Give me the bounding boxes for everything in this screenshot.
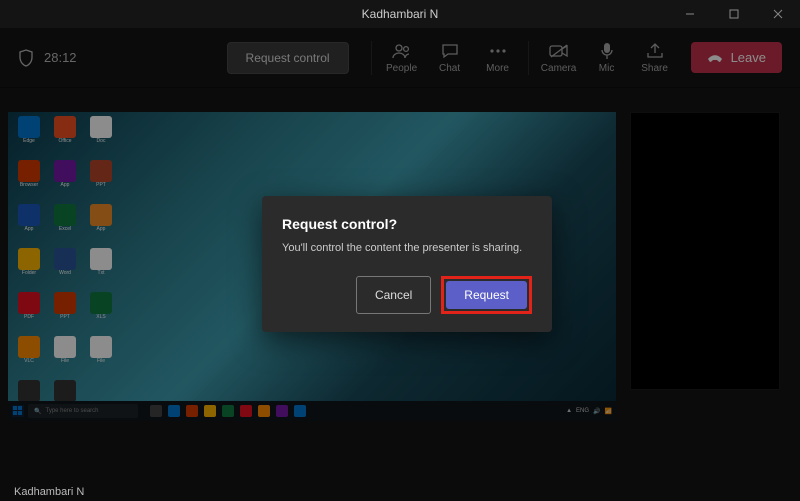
window-maximize-button[interactable] [712,0,756,28]
share-button[interactable]: Share [631,42,679,74]
highlight-box: Request [441,276,532,314]
window-close-button[interactable] [756,0,800,28]
search-icon: 🔍 [34,408,41,415]
camera-button[interactable]: Camera [535,42,583,74]
mic-button[interactable]: Mic [583,42,631,74]
toolbar-separator [528,41,529,75]
window-title: Kadhambari N [362,7,439,21]
dialog-title: Request control? [282,216,532,232]
start-icon [12,405,24,417]
chat-icon [441,42,459,60]
more-button[interactable]: More [474,42,522,74]
call-timer: 28:12 [44,50,77,65]
hangup-icon [707,52,723,64]
meeting-toolbar: 28:12 Request control People Chat More [0,28,800,88]
request-control-button[interactable]: Request control [227,42,349,74]
window-minimize-button[interactable] [668,0,712,28]
share-tray-icon [646,42,664,60]
cancel-button[interactable]: Cancel [356,276,431,314]
request-confirm-button[interactable]: Request [446,281,527,309]
presenter-name-label: Kadhambari N [14,486,84,498]
taskbar-search: 🔍 Type here to search [28,404,138,418]
camera-off-icon [549,42,569,60]
chat-button[interactable]: Chat [426,42,474,74]
people-icon [392,42,412,60]
toolbar-separator [371,41,372,75]
participant-video-tile[interactable] [630,112,780,390]
shield-icon [18,49,34,67]
more-icon [489,42,507,60]
people-button[interactable]: People [378,42,426,74]
mic-icon [600,42,614,60]
request-control-dialog: Request control? You'll control the cont… [262,196,552,332]
shared-taskbar: 🔍 Type here to search ▲ENG🔊📶 [8,401,616,421]
leave-button[interactable]: Leave [691,42,782,73]
dialog-body: You'll control the content the presenter… [282,242,532,254]
